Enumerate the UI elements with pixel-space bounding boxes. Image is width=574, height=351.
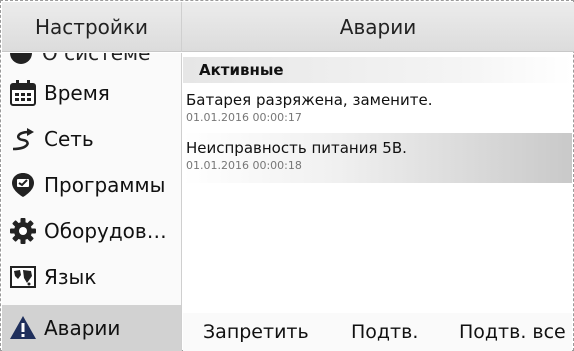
alarm-timestamp: 01.01.2016 00:00:17 [186, 111, 302, 124]
sidebar-item-label: Программы [44, 173, 166, 197]
gear-icon [8, 216, 38, 246]
warning-icon [8, 313, 38, 343]
sidebar-item-label: О системе [42, 53, 151, 65]
sidebar-item-time[interactable]: Время [2, 70, 181, 116]
calendar-icon [8, 78, 38, 108]
globe-map-icon [8, 262, 38, 292]
sidebar-item-label: Оборудов… [44, 219, 167, 243]
acknowledge-all-button[interactable]: Подтв. все [459, 313, 566, 351]
program-icon [8, 170, 38, 200]
alarm-message: Батарея разряжена, замените. [186, 91, 433, 109]
sidebar-item-label: Сеть [44, 127, 94, 151]
info-icon [6, 53, 36, 68]
alarm-row[interactable]: Батарея разряжена, замените. 01.01.2016 … [183, 85, 572, 135]
app-window: Настройки Аварии О системе Время Сеть Пр… [0, 0, 574, 351]
forbid-button[interactable]: Запретить [203, 313, 309, 351]
alarm-message: Неисправность питания 5В. [186, 139, 407, 157]
alarm-row-selected[interactable]: Неисправность питания 5В. 01.01.2016 00:… [183, 133, 572, 183]
sidebar-item-equipment[interactable]: Оборудов… [2, 208, 181, 254]
section-header-active: Активные [183, 57, 572, 83]
settings-title: Настройки [2, 2, 182, 52]
sidebar-item-label: Время [44, 81, 110, 105]
sidebar-item-alarms[interactable]: Аварии [2, 305, 181, 351]
page-title: Аварии [339, 15, 417, 39]
sidebar-item-network[interactable]: Сеть [2, 116, 181, 162]
sidebar-item-label: Аварии [44, 316, 121, 340]
alarms-panel: Активные Батарея разряжена, замените. 01… [183, 53, 572, 313]
sidebar-item-language[interactable]: Язык [2, 254, 181, 300]
sidebar[interactable]: О системе Время Сеть Программы Оборудов…… [2, 53, 182, 351]
sidebar-item-about-partial[interactable]: О системе [6, 53, 150, 65]
header-bar: Настройки Аварии [2, 2, 574, 52]
network-icon [8, 124, 38, 154]
alarm-timestamp: 01.01.2016 00:00:18 [186, 159, 302, 172]
action-toolbar: Запретить Подтв. Подтв. все [183, 313, 572, 351]
sidebar-item-programs[interactable]: Программы [2, 162, 181, 208]
acknowledge-button[interactable]: Подтв. [351, 313, 418, 351]
sidebar-item-label: Язык [44, 265, 97, 289]
